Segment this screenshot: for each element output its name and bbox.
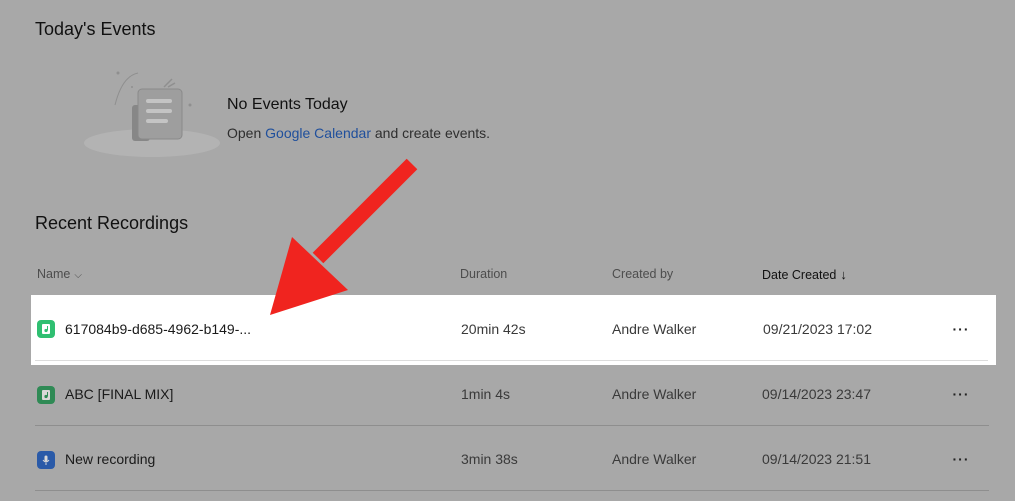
column-header-name[interactable]: Name ⌵ [37, 267, 82, 281]
column-header-name-label: Name [37, 267, 71, 281]
no-events-text-after: and create events. [371, 125, 491, 141]
no-events-text-before: Open [227, 125, 266, 141]
calendar-empty-illustration-icon [80, 65, 225, 160]
recording-row[interactable]: 617084b9-d685-4962-b149-... 20min 42s An… [31, 295, 996, 365]
recording-date: 09/14/2023 21:51 [762, 451, 871, 467]
column-header-duration[interactable]: Duration [460, 267, 507, 281]
page: Today's Events No Events Today Open Goog… [0, 0, 1015, 501]
column-header-date-created[interactable]: Date Created ↓ [762, 267, 847, 282]
google-calendar-link[interactable]: Google Calendar [265, 125, 371, 141]
recording-name[interactable]: New recording [65, 451, 155, 467]
recording-row[interactable]: New recording 3min 38s Andre Walker 09/1… [35, 427, 989, 491]
column-header-date-label: Date Created [762, 268, 837, 282]
recent-recordings-title: Recent Recordings [35, 213, 189, 233]
recording-duration: 3min 38s [461, 451, 518, 467]
recording-date: 09/21/2023 17:02 [763, 321, 872, 337]
recording-duration: 20min 42s [461, 321, 526, 337]
recording-date: 09/14/2023 23:47 [762, 386, 871, 402]
recording-name[interactable]: ABC [FINAL MIX] [65, 386, 173, 402]
recording-created-by: Andre Walker [612, 321, 697, 337]
microphone-icon [37, 451, 55, 469]
recording-created-by: Andre Walker [612, 386, 697, 402]
recording-name[interactable]: 617084b9-d685-4962-b149-... [65, 321, 251, 337]
more-options-icon[interactable]: ··· [951, 451, 971, 467]
sort-descending-arrow-icon: ↓ [840, 267, 847, 282]
row-divider [35, 490, 989, 491]
recording-row[interactable]: ABC [FINAL MIX] 1min 4s Andre Walker 09/… [35, 362, 989, 426]
more-options-icon[interactable]: ··· [951, 386, 971, 402]
chevron-down-icon: ⌵ [74, 270, 82, 281]
no-events-message: Open Google Calendar and create events. [227, 125, 490, 141]
row-divider [35, 425, 989, 426]
row-divider [35, 360, 988, 361]
no-events-title: No Events Today [227, 96, 348, 113]
column-header-created-by[interactable]: Created by [612, 267, 673, 281]
recording-duration: 1min 4s [461, 386, 511, 402]
more-options-icon[interactable]: ··· [951, 321, 971, 337]
audio-file-icon [37, 320, 55, 338]
todays-events-title: Today's Events [35, 19, 156, 39]
audio-file-icon [37, 386, 55, 404]
recording-created-by: Andre Walker [612, 451, 697, 467]
